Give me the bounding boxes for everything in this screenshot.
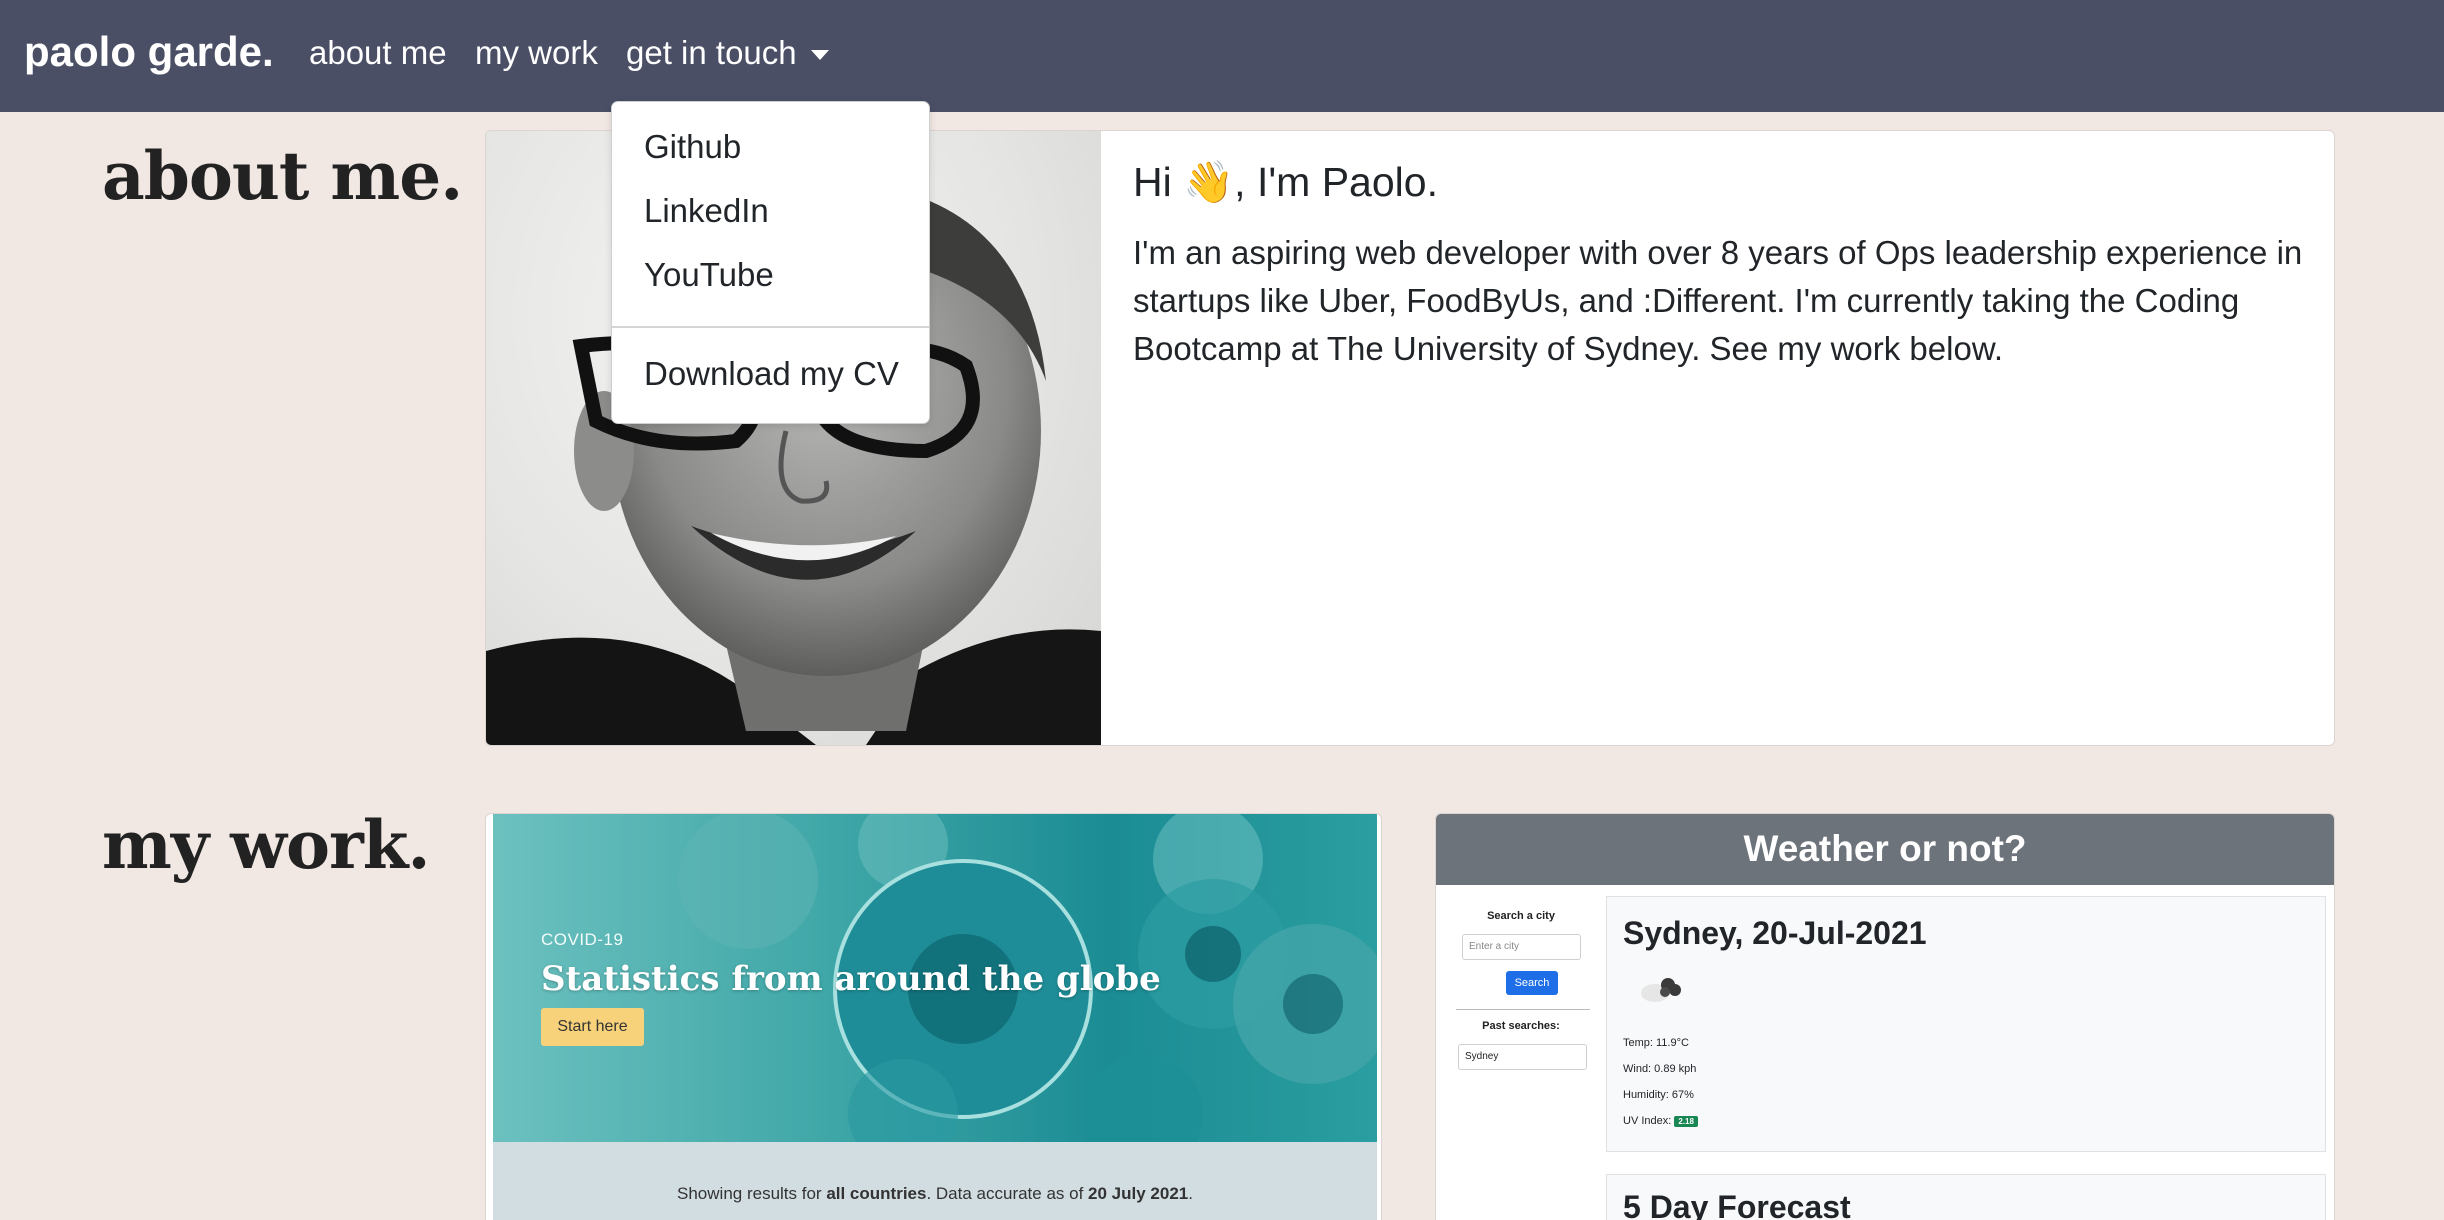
get-in-touch-dropdown: Github LinkedIn YouTube Download my CV	[611, 101, 930, 424]
work-card-weather[interactable]: Weather or not? Search a city Enter a ci…	[1435, 813, 2335, 1220]
weather-temp: Temp: 11.9°C	[1623, 1037, 1689, 1049]
work-card-covid[interactable]: COVID-19 Statistics from around the glob…	[485, 813, 1382, 1220]
about-greeting: Hi 👋, I'm Paolo.	[1133, 159, 1438, 205]
past-search-item[interactable]: Sydney	[1458, 1044, 1587, 1070]
covid-title: Statistics from around the globe	[541, 959, 1161, 999]
weather-main-panel: Sydney, 20-Jul-2021 Temp: 11.9°C Wind: 0…	[1606, 896, 2326, 1152]
about-body: I'm an aspiring web developer with over …	[1133, 234, 2303, 368]
covid-start-button[interactable]: Start here	[541, 1008, 644, 1046]
search-city-label: Search a city	[1487, 910, 1555, 922]
about-text: Hi 👋, I'm Paolo. I'm an aspiring web dev…	[1133, 156, 2303, 373]
dropdown-divider	[612, 326, 929, 328]
forecast-title: 5 Day Forecast	[1623, 1189, 1851, 1220]
covid-footer-country: all countries	[826, 1184, 927, 1203]
brand-logo[interactable]: paolo garde.	[24, 28, 274, 76]
sidebar-divider	[1456, 1009, 1590, 1010]
dropdown-caret-icon[interactable]	[811, 50, 829, 60]
uv-index-badge: 2.18	[1674, 1116, 1698, 1127]
dropdown-item-download-cv[interactable]: Download my CV	[644, 355, 899, 393]
weather-humidity: Humidity: 67%	[1623, 1089, 1694, 1101]
covid-footer: Showing results for all countries. Data …	[493, 1142, 1377, 1220]
weather-city-date: Sydney, 20-Jul-2021	[1623, 915, 1927, 951]
city-search-input[interactable]: Enter a city	[1462, 934, 1581, 960]
weather-uv: UV Index: 2.18	[1623, 1115, 1698, 1127]
weather-header: Weather or not?	[1436, 814, 2334, 885]
work-heading: my work.	[102, 806, 430, 884]
navbar: paolo garde. about me my work get in tou…	[0, 0, 2444, 112]
dropdown-item-github[interactable]: Github	[644, 128, 741, 166]
weather-wind: Wind: 0.89 kph	[1623, 1063, 1697, 1075]
covid-pre-title: COVID-19	[541, 930, 624, 949]
weather-search-button[interactable]: Search	[1506, 971, 1558, 995]
covid-footer-date: 20 July 2021	[1088, 1184, 1189, 1203]
dropdown-item-youtube[interactable]: YouTube	[644, 256, 774, 294]
nav-about-me[interactable]: about me	[309, 34, 447, 72]
about-heading: about me.	[102, 137, 463, 215]
nav-get-in-touch[interactable]: get in touch	[626, 34, 797, 72]
past-searches-label: Past searches:	[1482, 1020, 1560, 1032]
nav-my-work[interactable]: my work	[475, 34, 598, 72]
cloud-icon	[1641, 978, 1681, 1002]
covid-footer-text: Showing results for all countries. Data …	[677, 1184, 1193, 1203]
weather-title: Weather or not?	[1743, 828, 2027, 869]
forecast-panel: 5 Day Forecast	[1606, 1174, 2326, 1220]
dropdown-item-linkedin[interactable]: LinkedIn	[644, 192, 769, 230]
covid-hero-image: COVID-19 Statistics from around the glob…	[493, 814, 1377, 1142]
